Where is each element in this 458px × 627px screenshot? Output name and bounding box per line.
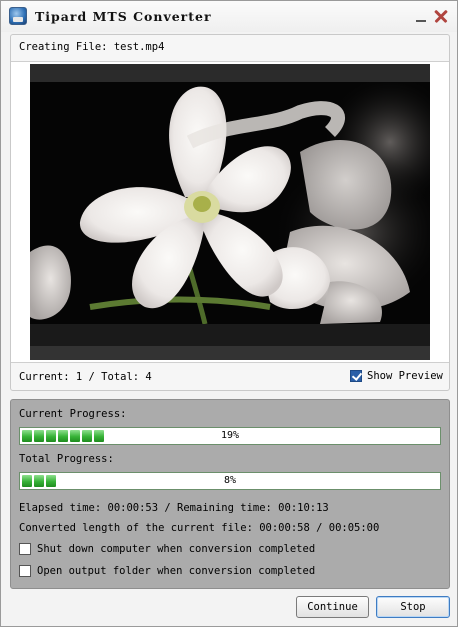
shutdown-option[interactable]: Shut down computer when conversion compl…: [19, 543, 315, 555]
show-preview-toggle[interactable]: Show Preview: [350, 370, 443, 382]
continue-button[interactable]: Continue: [296, 596, 369, 618]
minimize-icon[interactable]: [413, 8, 429, 24]
stop-button[interactable]: Stop: [376, 596, 450, 618]
file-counter: Current: 1 / Total: 4: [19, 371, 152, 383]
open-folder-option[interactable]: Open output folder when conversion compl…: [19, 565, 315, 577]
current-progress-label: Current Progress:: [19, 408, 127, 420]
video-frame: [11, 61, 449, 363]
letterbox-bottom: [30, 324, 430, 360]
total-progress-label: Total Progress:: [19, 453, 114, 465]
converter-window: Tipard MTS Converter Creating File: test…: [0, 0, 458, 627]
close-icon[interactable]: [433, 8, 449, 24]
current-progress-text: 19%: [220, 430, 240, 441]
letterbox-top: [30, 64, 430, 82]
preview-panel: Creating File: test.mp4 Current: 1 / Tot…: [10, 34, 450, 391]
total-progress-text: 8%: [223, 475, 237, 486]
progress-panel: Current Progress: 19% Total Progress: 8%…: [10, 399, 450, 589]
orchid-preview-image: [30, 82, 430, 324]
shutdown-label: Shut down computer when conversion compl…: [37, 543, 316, 555]
app-logo-icon: [9, 7, 27, 25]
current-progress-bar: 19%: [19, 427, 441, 445]
show-preview-checkbox[interactable]: [350, 370, 362, 382]
converted-length: Converted length of the current file: 00…: [19, 522, 380, 534]
title-bar[interactable]: Tipard MTS Converter: [1, 1, 457, 32]
shutdown-checkbox[interactable]: [19, 543, 31, 555]
creating-file-label: Creating File: test.mp4: [19, 41, 165, 53]
show-preview-label: Show Preview: [367, 370, 443, 382]
window-title: Tipard MTS Converter: [35, 9, 212, 24]
video-preview: [30, 64, 430, 360]
total-progress-bar: 8%: [19, 472, 441, 490]
open-folder-label: Open output folder when conversion compl…: [37, 565, 316, 577]
elapsed-time: Elapsed time: 00:00:53 / Remaining time:…: [19, 502, 329, 514]
open-folder-checkbox[interactable]: [19, 565, 31, 577]
